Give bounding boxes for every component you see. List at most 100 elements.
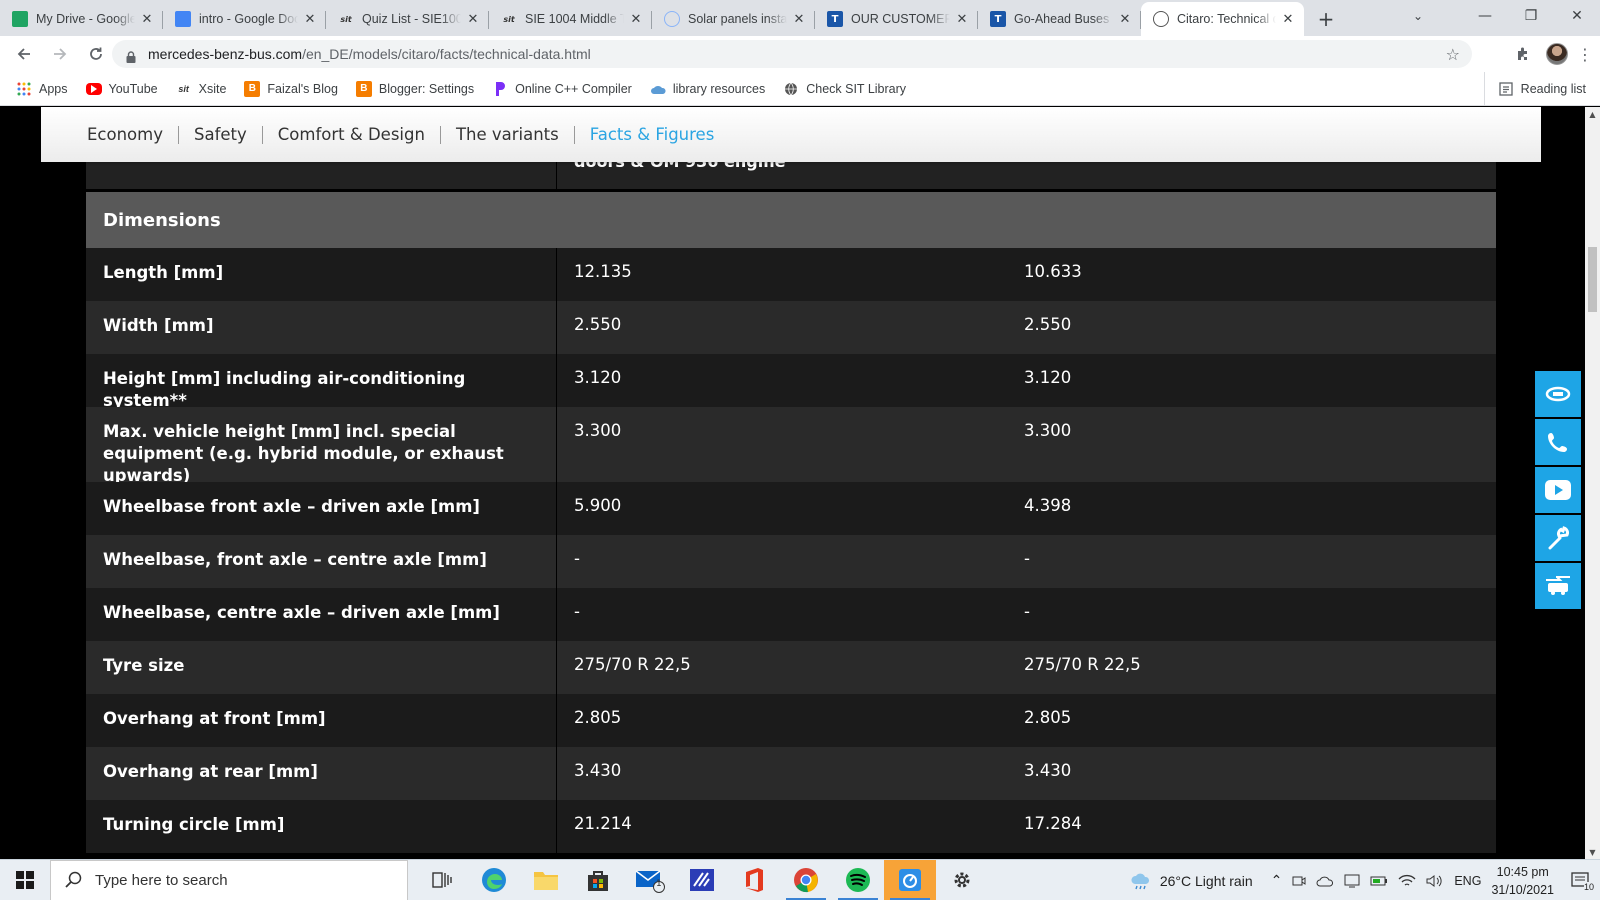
address-bar[interactable]: mercedes-benz-bus.com/en_DE/models/citar… (112, 40, 1472, 68)
row-value: 2.550 (556, 301, 1024, 354)
subnav-item[interactable]: Safety (194, 125, 247, 144)
tab-search-icon[interactable]: ⌄ (1404, 4, 1432, 28)
battery-icon[interactable] (1370, 875, 1388, 887)
close-window-icon[interactable]: ✕ (1554, 0, 1600, 32)
task-view-icon[interactable] (416, 860, 468, 900)
bookmark-item[interactable]: Online C++ Compiler (492, 81, 632, 97)
subnav-item[interactable]: Economy (87, 125, 163, 144)
subnav-item[interactable]: Facts & Figures (590, 125, 715, 144)
bookmark-item[interactable]: YouTube (85, 82, 158, 96)
lock-icon[interactable] (126, 48, 136, 63)
bookmark-item[interactable]: Apps (16, 81, 68, 97)
bookmark-item[interactable]: B Faizal's Blog (244, 80, 338, 97)
row-value: 3.120 (1024, 368, 1072, 387)
tab-close-icon[interactable]: ✕ (791, 11, 807, 27)
bookmark-item[interactable]: sit Xsite (176, 81, 226, 97)
tab-title: Quiz List - SIE1004 (362, 12, 461, 26)
scroll-up-icon[interactable]: ▲ (1585, 107, 1600, 121)
tab-close-icon[interactable]: ✕ (628, 11, 644, 27)
tab-title: Go-Ahead Buses (1014, 12, 1110, 26)
google-docs-icon (175, 11, 191, 27)
row-value: - (1024, 602, 1030, 621)
weather-widget[interactable]: 26°C Light rain (1130, 872, 1253, 890)
browser-tab[interactable]: Citaro: Technical data ✕ (1141, 2, 1304, 36)
row-label: Max. vehicle height [mm] incl. special e… (103, 422, 504, 485)
bookmark-item[interactable]: B Blogger: Settings (355, 80, 474, 97)
browser-tab[interactable]: My Drive - Google Drive ✕ (0, 2, 163, 36)
tab-close-icon[interactable]: ✕ (139, 11, 155, 27)
spotify-icon[interactable] (832, 860, 884, 900)
bookmark-label: Apps (39, 81, 68, 96)
blogger-icon: B (244, 80, 261, 97)
tab-close-icon[interactable]: ✕ (302, 11, 318, 27)
browser-tab[interactable]: T Go-Ahead Buses ✕ (978, 2, 1141, 36)
chrome-icon[interactable] (780, 860, 832, 900)
office-icon[interactable] (728, 860, 780, 900)
service-button[interactable] (1535, 515, 1581, 561)
tab-close-icon[interactable]: ✕ (1117, 11, 1133, 27)
chevron-up-icon[interactable]: ⌃ (1271, 872, 1283, 889)
browser-tab[interactable]: T OUR CUSTOMERS ✕ (815, 2, 978, 36)
taskbar-search[interactable]: Type here to search (50, 859, 408, 900)
wifi-icon[interactable] (1398, 874, 1416, 888)
browser-tab[interactable]: sit SIE 1004 Middle Term ✕ (489, 2, 652, 36)
more-menu-icon[interactable]: ⋮ (1577, 43, 1593, 65)
screenshot-tool-icon[interactable] (884, 859, 936, 900)
reading-list-label: Reading list (1520, 81, 1586, 96)
url-text: mercedes-benz-bus.com/en_DE/models/citar… (148, 46, 591, 62)
notifications-button[interactable]: 10 (1564, 860, 1600, 900)
sit-icon: sit (340, 14, 352, 24)
clock-date: 31/10/2021 (1491, 882, 1554, 897)
tab-title: Solar panels installation (688, 12, 787, 26)
tab-close-icon[interactable]: ✕ (1280, 11, 1296, 27)
tab-title: My Drive - Google Drive (36, 12, 135, 26)
contact-button[interactable] (1535, 419, 1581, 465)
mail-icon[interactable]: 1 (624, 860, 676, 900)
bookmark-label: Check SIT Library (806, 81, 907, 96)
display-icon[interactable] (1344, 874, 1360, 888)
minimize-icon[interactable]: — (1462, 0, 1508, 32)
maximize-icon[interactable]: ❐ (1508, 0, 1554, 32)
tab-close-icon[interactable]: ✕ (954, 11, 970, 27)
row-value: 275/70 R 22,5 (556, 641, 1024, 694)
microsoft-store-icon[interactable] (572, 860, 624, 900)
powerapps-icon[interactable] (676, 860, 728, 900)
subnav-item[interactable]: Comfort & Design (278, 125, 425, 144)
volume-icon[interactable] (1426, 874, 1444, 888)
browser-tab[interactable]: sit Quiz List - SIE1004 ✕ (326, 2, 489, 36)
subnav-item[interactable]: The variants (456, 125, 559, 144)
video-button[interactable] (1535, 467, 1581, 513)
reading-list-button[interactable]: Reading list (1483, 72, 1586, 105)
onedrive-icon[interactable] (1316, 875, 1334, 887)
bookmark-item[interactable]: Check SIT Library (783, 81, 906, 97)
bookmark-item[interactable]: library resources (650, 81, 765, 97)
scrollbar-thumb[interactable] (1588, 247, 1597, 312)
file-explorer-icon[interactable] (520, 860, 572, 900)
scroll-down-icon[interactable]: ▼ (1585, 845, 1600, 859)
reload-icon[interactable] (80, 38, 112, 70)
profile-avatar[interactable] (1546, 43, 1568, 65)
back-icon[interactable] (8, 38, 40, 70)
browser-tab[interactable]: Solar panels installation ✕ (652, 2, 815, 36)
tab-title: SIE 1004 Middle Term (525, 12, 624, 26)
new-tab-icon[interactable]: + (1312, 5, 1340, 33)
page-scrollbar[interactable]: ▲ ▼ (1585, 107, 1600, 859)
settings-gear-icon[interactable] (936, 860, 988, 900)
edge-icon[interactable] (468, 860, 520, 900)
section-heading-dimensions[interactable]: Dimensions (86, 192, 1496, 248)
forward-icon[interactable] (44, 38, 76, 70)
tab-close-icon[interactable]: ✕ (465, 11, 481, 27)
model-subnav: Economy Safety Comfort & Design The variant… (41, 107, 1541, 162)
row-label: Height [mm] including air-conditioning s… (103, 369, 466, 410)
clock[interactable]: 10:45 pm 31/10/2021 (1491, 863, 1554, 899)
bookmark-label: Faizal's Blog (267, 81, 338, 96)
compare-button[interactable] (1535, 563, 1581, 609)
notification-count: 10 (1583, 882, 1594, 892)
browser-tab[interactable]: intro - Google Docs ✕ (163, 2, 326, 36)
meet-now-icon[interactable] (1292, 874, 1306, 888)
extensions-icon[interactable] (1512, 43, 1534, 65)
language-indicator[interactable]: ENG (1454, 874, 1481, 888)
test-drive-button[interactable] (1535, 371, 1581, 417)
start-button[interactable] (0, 860, 50, 900)
bookmark-star-icon[interactable]: ☆ (1446, 45, 1460, 64)
